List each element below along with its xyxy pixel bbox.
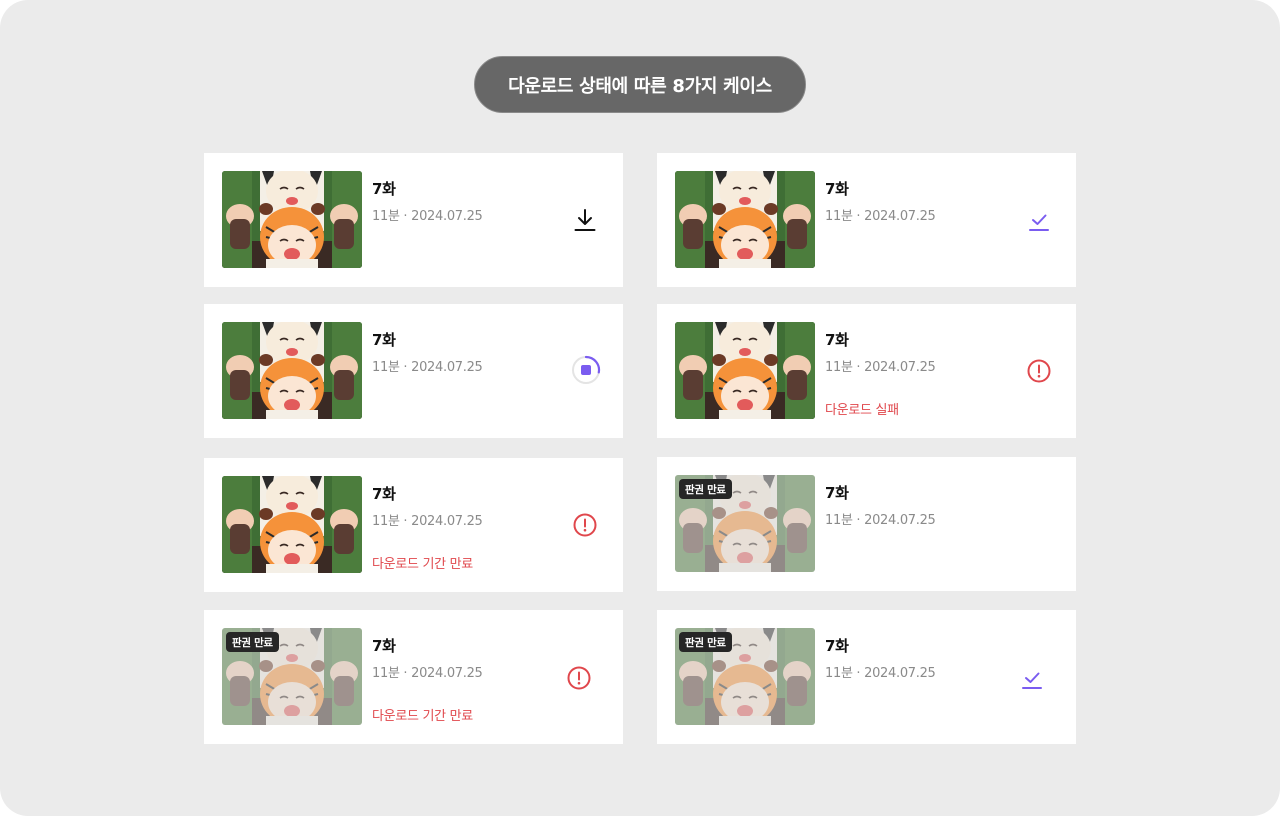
- episode-title: 7화: [825, 484, 849, 502]
- episode-card-license-and-period-expired[interactable]: 판권 만료 7화 11분 · 2024.07.25 다운로드 기간 만료: [204, 610, 623, 744]
- episode-meta: 11분 · 2024.07.25: [372, 209, 483, 224]
- episode-title: 7화: [372, 180, 396, 198]
- episode-title: 7화: [825, 180, 849, 198]
- episode-thumbnail[interactable]: [675, 322, 815, 419]
- episode-thumbnail[interactable]: [222, 171, 362, 268]
- episode-card-license-expired[interactable]: 판권 만료 7화 11분 · 2024.07.25: [657, 457, 1076, 591]
- error-icon: [1027, 359, 1051, 383]
- episode-meta: 11분 · 2024.07.25: [825, 209, 936, 224]
- downloaded-button[interactable]: [1024, 205, 1054, 235]
- license-expired-badge: 판권 만료: [679, 632, 732, 652]
- episode-meta: 11분 · 2024.07.25: [372, 666, 483, 681]
- error-icon: [573, 513, 597, 537]
- downloaded-button[interactable]: [1017, 663, 1047, 693]
- episode-card-download[interactable]: 7화 11분 · 2024.07.25: [204, 153, 623, 287]
- episode-title: 7화: [825, 331, 849, 349]
- episode-title: 7화: [825, 637, 849, 655]
- download-status: 다운로드 기간 만료: [372, 557, 473, 572]
- canvas: 다운로드 상태에 따른 8가지 케이스 7화 11분 · 2024.07.25: [0, 0, 1280, 816]
- page-title: 다운로드 상태에 따른 8가지 케이스: [474, 56, 806, 113]
- episode-thumbnail[interactable]: [675, 171, 815, 268]
- episode-card-period-expired[interactable]: 7화 11분 · 2024.07.25 다운로드 기간 만료: [204, 458, 623, 592]
- cancel-download-button[interactable]: [571, 355, 601, 385]
- episode-thumbnail[interactable]: 판권 만료: [675, 628, 815, 725]
- episode-thumbnail[interactable]: [222, 322, 362, 419]
- episode-title: 7화: [372, 331, 396, 349]
- download-status: 다운로드 실패: [825, 403, 899, 418]
- episode-thumbnail-art: [675, 322, 815, 419]
- error-icon: [567, 666, 591, 690]
- license-expired-badge: 판권 만료: [679, 479, 732, 499]
- episode-thumbnail-art: [222, 322, 362, 419]
- episode-meta: 11분 · 2024.07.25: [825, 666, 936, 681]
- downloaded-check-icon: [1022, 672, 1042, 689]
- downloaded-check-icon: [1029, 214, 1049, 231]
- episode-thumbnail-art: [675, 171, 815, 268]
- download-icon: [574, 209, 596, 231]
- episode-title: 7화: [372, 485, 396, 503]
- episode-thumbnail[interactable]: 판권 만료: [675, 475, 815, 572]
- retry-button[interactable]: [1024, 356, 1054, 386]
- download-button[interactable]: [570, 205, 600, 235]
- episode-meta: 11분 · 2024.07.25: [372, 514, 483, 529]
- episode-title: 7화: [372, 637, 396, 655]
- episode-card-failed[interactable]: 7화 11분 · 2024.07.25 다운로드 실패: [657, 304, 1076, 438]
- episode-thumbnail-art: [222, 476, 362, 573]
- stop-icon: [581, 365, 591, 375]
- episode-meta: 11분 · 2024.07.25: [825, 360, 936, 375]
- episode-meta: 11분 · 2024.07.25: [825, 513, 936, 528]
- download-status: 다운로드 기간 만료: [372, 709, 473, 724]
- expired-info-button[interactable]: [570, 510, 600, 540]
- expired-info-button[interactable]: [564, 663, 594, 693]
- episode-meta: 11분 · 2024.07.25: [372, 360, 483, 375]
- episode-thumbnail[interactable]: [222, 476, 362, 573]
- episode-thumbnail[interactable]: 판권 만료: [222, 628, 362, 725]
- license-expired-badge: 판권 만료: [226, 632, 279, 652]
- episode-card-license-expired-downloaded[interactable]: 판권 만료 7화 11분 · 2024.07.25: [657, 610, 1076, 744]
- episode-thumbnail-art: [222, 171, 362, 268]
- episode-card-downloading[interactable]: 7화 11분 · 2024.07.25: [204, 304, 623, 438]
- episode-card-downloaded[interactable]: 7화 11분 · 2024.07.25: [657, 153, 1076, 287]
- downloading-progress-icon: [572, 355, 601, 384]
